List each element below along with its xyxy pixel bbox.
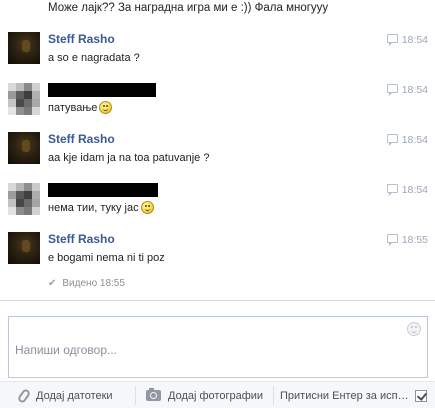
reply-input[interactable]: [9, 317, 427, 377]
chat-bubble-icon: [386, 234, 398, 246]
attach-files-label: Додај датотеки: [36, 389, 113, 402]
message-timestamp: 18:54: [386, 34, 428, 46]
emoji-picker-icon[interactable]: [407, 322, 421, 336]
conversation-window: Може лајк?? За наградна игра ми е :)) Фа…: [0, 0, 435, 408]
message-timestamp: 18:55: [386, 234, 428, 246]
chat-bubble-icon: [386, 134, 398, 146]
enter-to-send-toggle[interactable]: Притисни Ентер за исп…: [280, 382, 427, 408]
redacted-sender-name: [48, 183, 158, 197]
message-timestamp: 18:54: [386, 134, 428, 146]
divider: [0, 300, 435, 301]
sender-name[interactable]: Steff Rasho: [48, 32, 115, 46]
enter-to-send-label: Притисни Ентер за исп…: [280, 389, 409, 402]
message-timestamp: 18:54: [386, 84, 428, 96]
seen-status: ✔ Видено 18:55: [48, 278, 125, 289]
camera-icon: [146, 388, 161, 401]
avatar[interactable]: [8, 232, 40, 264]
smiley-emoji-icon: [99, 101, 113, 114]
smiley-emoji-icon: [140, 201, 154, 214]
message-text: a so e nagradata ?: [48, 52, 140, 64]
add-photos-label: Додај фотографии: [168, 389, 264, 402]
redacted-sender-name: [48, 83, 156, 97]
avatar[interactable]: [8, 183, 40, 215]
paperclip-icon: [16, 387, 32, 404]
avatar[interactable]: [8, 83, 40, 115]
chat-bubble-icon: [386, 84, 398, 96]
avatar[interactable]: [8, 132, 40, 164]
message-text: e bogami nema ni ti poz: [48, 252, 165, 264]
attach-files-button[interactable]: Додај датотеки: [16, 382, 113, 408]
toolbar-separator: [135, 386, 136, 405]
message-timestamp: 18:54: [386, 184, 428, 196]
sender-name[interactable]: Steff Rasho: [48, 132, 115, 146]
add-photos-button[interactable]: Додај фотографии: [146, 382, 263, 408]
message-text-partial: Може лајк?? За наградна игра ми е :)) Фа…: [48, 2, 329, 14]
chat-bubble-icon: [386, 34, 398, 46]
toolbar-separator: [273, 386, 274, 405]
message-text: aa kje idam ja na toa patuvanje ?: [48, 152, 210, 164]
message-text: патување: [48, 101, 113, 114]
sender-name[interactable]: Steff Rasho: [48, 232, 115, 246]
check-icon: ✔: [48, 278, 57, 289]
avatar[interactable]: [8, 32, 40, 64]
chat-bubble-icon: [386, 184, 398, 196]
composer-toolbar: Додај датотеки Додај фотографии Притисни…: [0, 381, 435, 408]
reply-composer: [8, 316, 428, 378]
message-text: нема тии, туку јас: [48, 201, 154, 214]
enter-to-send-checkbox[interactable]: [414, 389, 427, 402]
